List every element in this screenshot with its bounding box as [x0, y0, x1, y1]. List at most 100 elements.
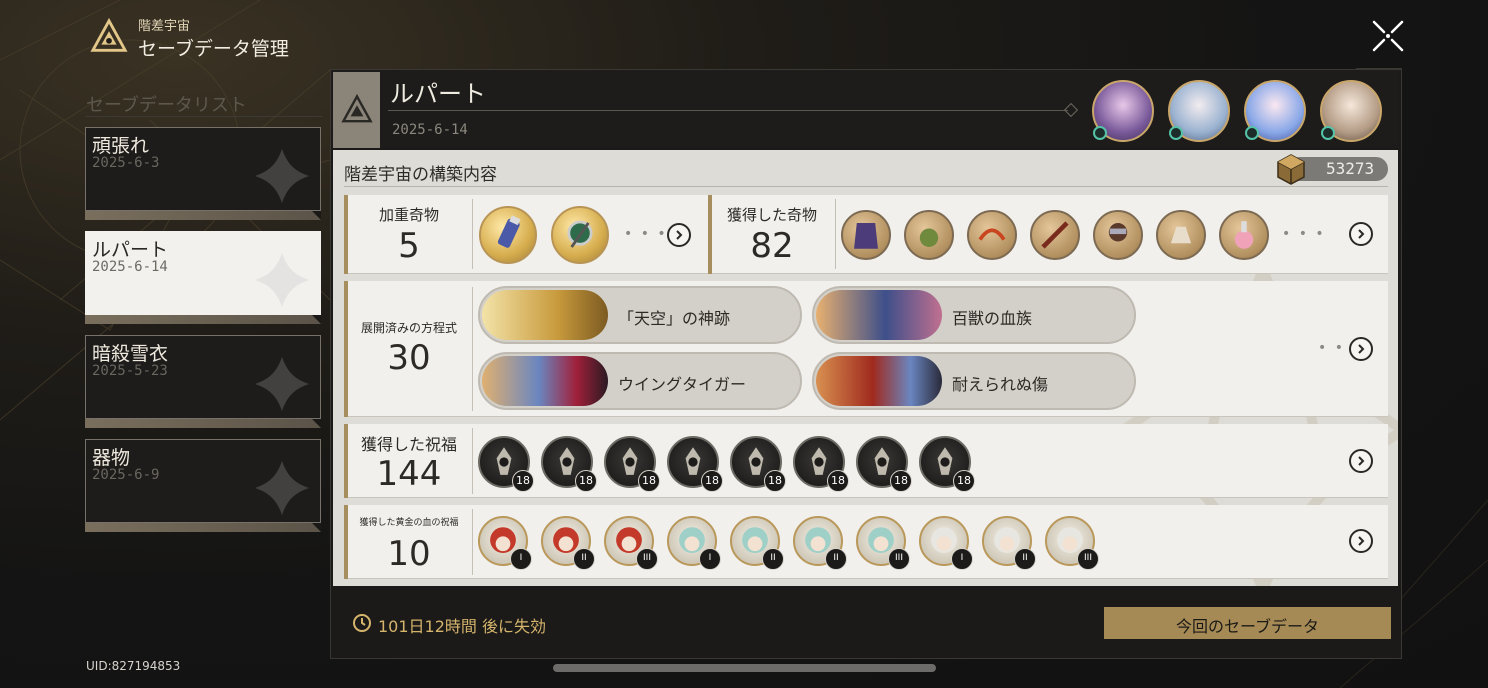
- blessing-icon[interactable]: 18: [541, 436, 597, 492]
- save-date: 2025-6-14: [392, 122, 468, 138]
- obtained-curios-label: 獲得した奇物: [726, 206, 817, 224]
- equation-item[interactable]: ウイングタイガー: [478, 352, 802, 410]
- curio-icon[interactable]: [841, 210, 891, 260]
- blessing-level-badge: 18: [638, 470, 660, 492]
- path-badge-icon: [1093, 126, 1107, 140]
- curio-icon[interactable]: [1093, 210, 1143, 260]
- curio-icon[interactable]: [967, 210, 1017, 260]
- save-card-3[interactable]: 暗殺雪衣 2025-5-23: [85, 335, 321, 428]
- golden-blessing-icon[interactable]: I: [919, 516, 973, 570]
- points-value: 53273: [1326, 159, 1375, 178]
- tier-badge: II: [825, 548, 847, 570]
- tier-badge: I: [699, 548, 721, 570]
- save-detail-header: [331, 70, 1399, 148]
- home-indicator[interactable]: [553, 664, 936, 672]
- divider: [344, 186, 1388, 187]
- equation-item[interactable]: 「天空」の神跡: [478, 286, 802, 344]
- cosmic-fragment-icon: [1277, 154, 1305, 185]
- golden-blessing-icon[interactable]: II: [982, 516, 1036, 570]
- equation-item[interactable]: 百獣の血族: [812, 286, 1136, 344]
- equation-name: 百獣の血族: [952, 309, 1033, 328]
- curio-icon[interactable]: [479, 206, 537, 264]
- golden-blessing-icon[interactable]: I: [667, 516, 721, 570]
- save-card-date: 2025-5-23: [92, 363, 168, 379]
- emblem-icon: [254, 460, 310, 516]
- close-icon[interactable]: [1368, 16, 1408, 56]
- blessings-count: 144: [376, 454, 442, 494]
- save-card-name: ルパート: [92, 239, 169, 261]
- divider: [472, 199, 473, 269]
- save-card-name: 頑張れ: [92, 135, 150, 157]
- chevron-right-icon[interactable]: [667, 223, 691, 247]
- equation-name: 耐えられぬ傷: [952, 375, 1049, 394]
- clock-icon: [353, 614, 371, 632]
- curio-icon[interactable]: [1030, 210, 1080, 260]
- golden-blessing-icon[interactable]: III: [1045, 516, 1099, 570]
- golden-blessing-icon[interactable]: II: [793, 516, 847, 570]
- blessing-icon[interactable]: 18: [919, 436, 975, 492]
- chevron-right-icon[interactable]: [1349, 529, 1373, 553]
- weighted-curios-label: 加重奇物: [378, 206, 439, 224]
- chevron-right-icon[interactable]: [1349, 337, 1373, 361]
- chevron-right-icon[interactable]: [1349, 222, 1373, 246]
- blessing-level-badge: 18: [953, 470, 975, 492]
- obtained-curios-count: 82: [750, 226, 794, 266]
- emblem-icon: [254, 252, 310, 308]
- blessing-icon[interactable]: 18: [478, 436, 534, 492]
- tier-badge: III: [636, 548, 658, 570]
- tier-badge: I: [951, 548, 973, 570]
- emblem-icon: [254, 148, 310, 204]
- save-type-badge: [333, 72, 380, 148]
- curio-icon[interactable]: [551, 206, 609, 264]
- expiry-text: 101日12時間 後に失効: [378, 617, 546, 636]
- curio-icon[interactable]: [904, 210, 954, 260]
- divider: [835, 199, 836, 269]
- current-save-button[interactable]: 今回のセーブデータ: [1104, 607, 1391, 639]
- current-save-button-label: 今回のセーブデータ: [1175, 617, 1320, 636]
- tier-badge: II: [573, 548, 595, 570]
- blessing-icon[interactable]: 18: [856, 436, 912, 492]
- curio-icon[interactable]: [1219, 210, 1269, 260]
- divider: [388, 110, 1068, 111]
- equation-name: ウイングタイガー: [618, 375, 747, 394]
- path-badge-icon: [1321, 126, 1335, 140]
- save-card-1[interactable]: 頑張れ 2025-6-3: [85, 127, 321, 220]
- curio-icon[interactable]: [1156, 210, 1206, 260]
- tier-badge: II: [1014, 548, 1036, 570]
- divider: [472, 287, 473, 411]
- emblem-icon: [254, 356, 310, 412]
- golden-blessing-icon[interactable]: II: [541, 516, 595, 570]
- tier-badge: III: [888, 548, 910, 570]
- save-card-name: 器物: [92, 447, 131, 469]
- save-card-date: 2025-6-3: [92, 155, 160, 171]
- save-card-date: 2025-6-14: [92, 259, 168, 275]
- uid-label: UID:827194853: [86, 659, 181, 673]
- golden-blessing-icon[interactable]: II: [730, 516, 784, 570]
- blessing-icon[interactable]: 18: [730, 436, 786, 492]
- header-subtitle: 階差宇宙: [138, 19, 191, 34]
- golden-blessings-label: 獲得した黄金の血の祝福: [359, 518, 459, 528]
- blessing-icon[interactable]: 18: [604, 436, 660, 492]
- save-card-2[interactable]: ルパート 2025-6-14: [85, 231, 321, 324]
- equation-item[interactable]: 耐えられぬ傷: [812, 352, 1136, 410]
- golden-blessing-icon[interactable]: III: [856, 516, 910, 570]
- blessing-level-badge: 18: [827, 470, 849, 492]
- more-dots: • • •: [1282, 226, 1326, 242]
- equation-name: 「天空」の神跡: [618, 309, 731, 328]
- save-list-title: セーブデータリスト: [86, 95, 247, 116]
- divergent-universe-logo-icon: [341, 94, 373, 123]
- save-card-name: 暗殺雪衣: [92, 343, 169, 365]
- golden-blessings-count: 10: [387, 534, 431, 574]
- divergent-universe-logo-icon: [90, 18, 128, 52]
- path-badge-icon: [1245, 126, 1259, 140]
- tier-badge: I: [510, 548, 532, 570]
- golden-blessing-icon[interactable]: I: [478, 516, 532, 570]
- save-card-4[interactable]: 器物 2025-6-9: [85, 439, 321, 532]
- blessing-icon[interactable]: 18: [793, 436, 849, 492]
- save-name: ルパート: [390, 80, 486, 108]
- blessing-icon[interactable]: 18: [667, 436, 723, 492]
- blessing-level-badge: 18: [890, 470, 912, 492]
- chevron-right-icon[interactable]: [1349, 449, 1373, 473]
- equations-label: 展開済みの方程式: [360, 321, 457, 335]
- golden-blessing-icon[interactable]: III: [604, 516, 658, 570]
